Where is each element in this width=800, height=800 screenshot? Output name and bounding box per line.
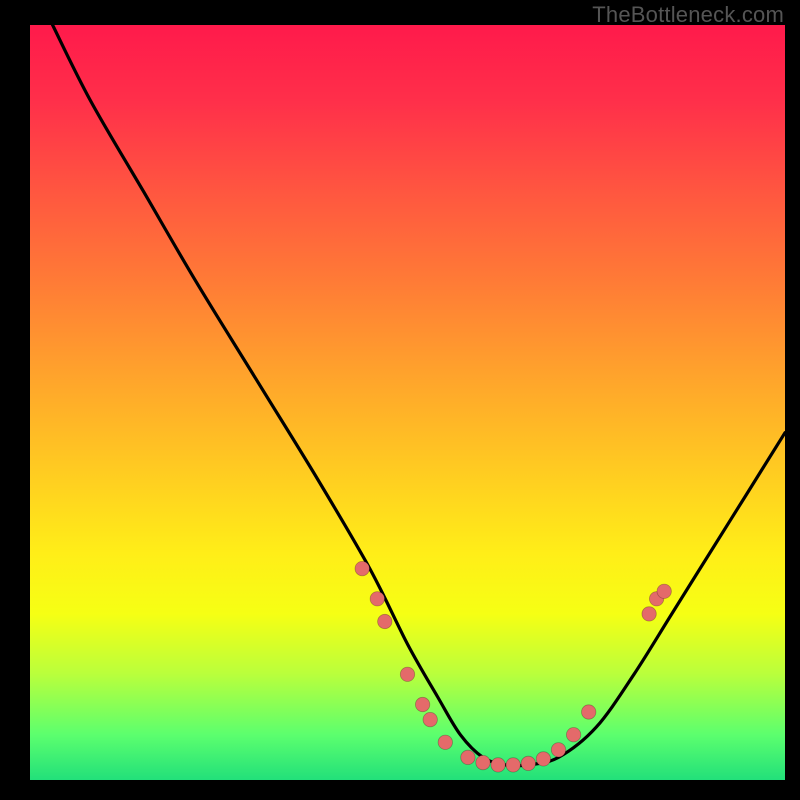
chart-frame xyxy=(15,25,785,795)
bottleneck-marker xyxy=(355,561,369,575)
bottleneck-marker xyxy=(521,756,535,770)
bottleneck-marker xyxy=(491,758,505,772)
bottleneck-curve-line xyxy=(53,25,785,766)
chart-background-gradient xyxy=(30,25,785,780)
bottleneck-marker xyxy=(370,592,384,606)
bottleneck-chart xyxy=(30,25,785,780)
bottleneck-curve-markers xyxy=(355,561,671,772)
bottleneck-marker xyxy=(536,752,550,766)
bottleneck-marker xyxy=(551,743,565,757)
bottleneck-marker xyxy=(423,712,437,726)
bottleneck-marker xyxy=(642,607,656,621)
bottleneck-marker xyxy=(378,614,392,628)
bottleneck-marker xyxy=(582,705,596,719)
bottleneck-marker xyxy=(657,584,671,598)
bottleneck-marker xyxy=(400,667,414,681)
bottleneck-marker xyxy=(506,758,520,772)
bottleneck-marker xyxy=(566,728,580,742)
bottleneck-marker xyxy=(438,735,452,749)
bottleneck-marker xyxy=(415,697,429,711)
bottleneck-marker xyxy=(461,750,475,764)
bottleneck-marker xyxy=(476,755,490,769)
